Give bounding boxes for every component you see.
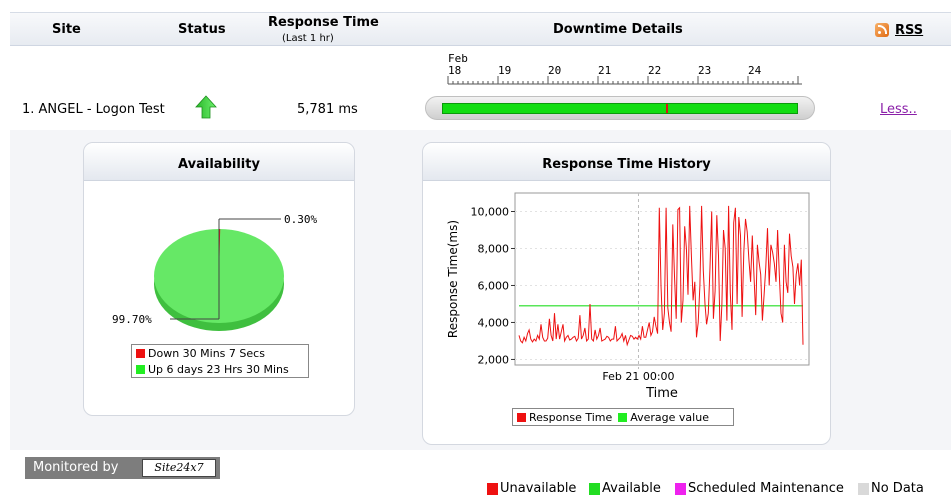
footer-legend-item: Unavailable xyxy=(487,481,576,496)
column-header-site: Site xyxy=(52,22,81,37)
legend-label: Average value xyxy=(630,410,709,424)
swatch-no-data xyxy=(858,482,869,495)
availability-title: Availability xyxy=(178,157,260,172)
site24x7-logo: Site24x7 xyxy=(142,459,216,477)
column-header-response-time-sub: (Last 1 hr) xyxy=(282,33,334,44)
footer-legend-item: Available xyxy=(589,481,661,496)
y-axis-label: Response Time(ms) xyxy=(446,220,460,338)
y-tick-label: 6,000 xyxy=(478,279,510,292)
footer-legend-label: No Data xyxy=(871,481,924,496)
y-tick-label: 4,000 xyxy=(478,316,510,329)
downtime-marker xyxy=(666,104,669,113)
footer-legend-item: No Data xyxy=(858,481,924,496)
column-header-downtime-details: Downtime Details xyxy=(553,22,683,37)
footer-legend-label: Available xyxy=(602,481,661,496)
monitored-by-badge[interactable]: Monitored by Site24x7 xyxy=(25,457,220,479)
response-time-value: 5,781 ms xyxy=(297,102,358,117)
rss-link[interactable]: RSS xyxy=(895,23,923,38)
footer-legend-label: Unavailable xyxy=(500,481,577,496)
downtime-bar[interactable] xyxy=(425,96,815,120)
column-header-status: Status xyxy=(178,22,226,37)
footer-legend-label: Scheduled Maintenance xyxy=(688,481,844,496)
availability-card: Availability 0.30% 99.70% Down 30 Mins 7… xyxy=(83,142,355,416)
up-arrow-icon xyxy=(195,95,217,119)
swatch-unavailable xyxy=(487,482,498,495)
rss-icon[interactable] xyxy=(875,23,889,37)
column-header-response-time: Response Time xyxy=(268,15,379,30)
legend-label: Up 6 days 23 Hrs 30 Mins xyxy=(148,362,289,376)
swatch-available xyxy=(589,482,600,495)
response-history-legend: Response Time Average value xyxy=(512,408,734,426)
pie-label-down: 0.30% xyxy=(284,213,317,226)
response-history-card-header: Response Time History xyxy=(423,143,830,181)
availability-pie-chart: 0.30% 99.70% xyxy=(112,213,317,331)
timeline-ticks xyxy=(447,76,802,85)
legend-swatch-average xyxy=(618,412,628,422)
legend-swatch-down xyxy=(136,348,145,358)
legend-label: Response Time xyxy=(529,410,613,424)
legend-label: Down 30 Mins 7 Secs xyxy=(148,346,265,360)
legend-swatch-up xyxy=(136,364,145,374)
downtime-timeline-axis: Feb 18 19 20 21 22 23 24 xyxy=(440,50,810,90)
response-time-chart: 2,0004,0006,0008,00010,000 Feb 21 00:00 … xyxy=(446,192,810,398)
response-history-title: Response Time History xyxy=(542,157,711,172)
swatch-scheduled-maintenance xyxy=(675,482,686,495)
detail-panel: Availability 0.30% 99.70% Down 30 Mins 7… xyxy=(10,130,951,450)
less-link[interactable]: Less.. xyxy=(880,102,917,117)
x-tick-label: Feb 21 00:00 xyxy=(602,370,674,383)
legend-swatch-response xyxy=(517,412,526,422)
availability-bar-fill xyxy=(442,103,798,114)
x-axis-label: Time xyxy=(645,386,678,398)
legend-item: Down 30 Mins 7 Secs xyxy=(132,345,308,361)
footer-legend-item: Scheduled Maintenance xyxy=(675,481,844,496)
table-header: Site Status Response Time (Last 1 hr) Do… xyxy=(10,12,951,46)
legend-item: Up 6 days 23 Hrs 30 Mins xyxy=(132,361,308,377)
y-tick-label: 10,000 xyxy=(471,205,510,218)
pie-label-up: 99.70% xyxy=(112,313,152,326)
availability-card-header: Availability xyxy=(84,143,354,181)
site-name[interactable]: 1. ANGEL - Logon Test xyxy=(22,102,165,117)
monitored-by-text: Monitored by xyxy=(33,460,119,475)
y-tick-label: 8,000 xyxy=(478,242,510,255)
response-history-card: Response Time History 2,000 4,000 6,000 8,0… xyxy=(422,142,831,445)
monitor-page: Site Status Response Time (Last 1 hr) Do… xyxy=(0,0,951,502)
availability-legend: Down 30 Mins 7 Secs Up 6 days 23 Hrs 30 … xyxy=(131,344,309,378)
legend-item: Response Time Average value xyxy=(513,409,733,425)
y-tick-label: 2,000 xyxy=(478,353,510,366)
